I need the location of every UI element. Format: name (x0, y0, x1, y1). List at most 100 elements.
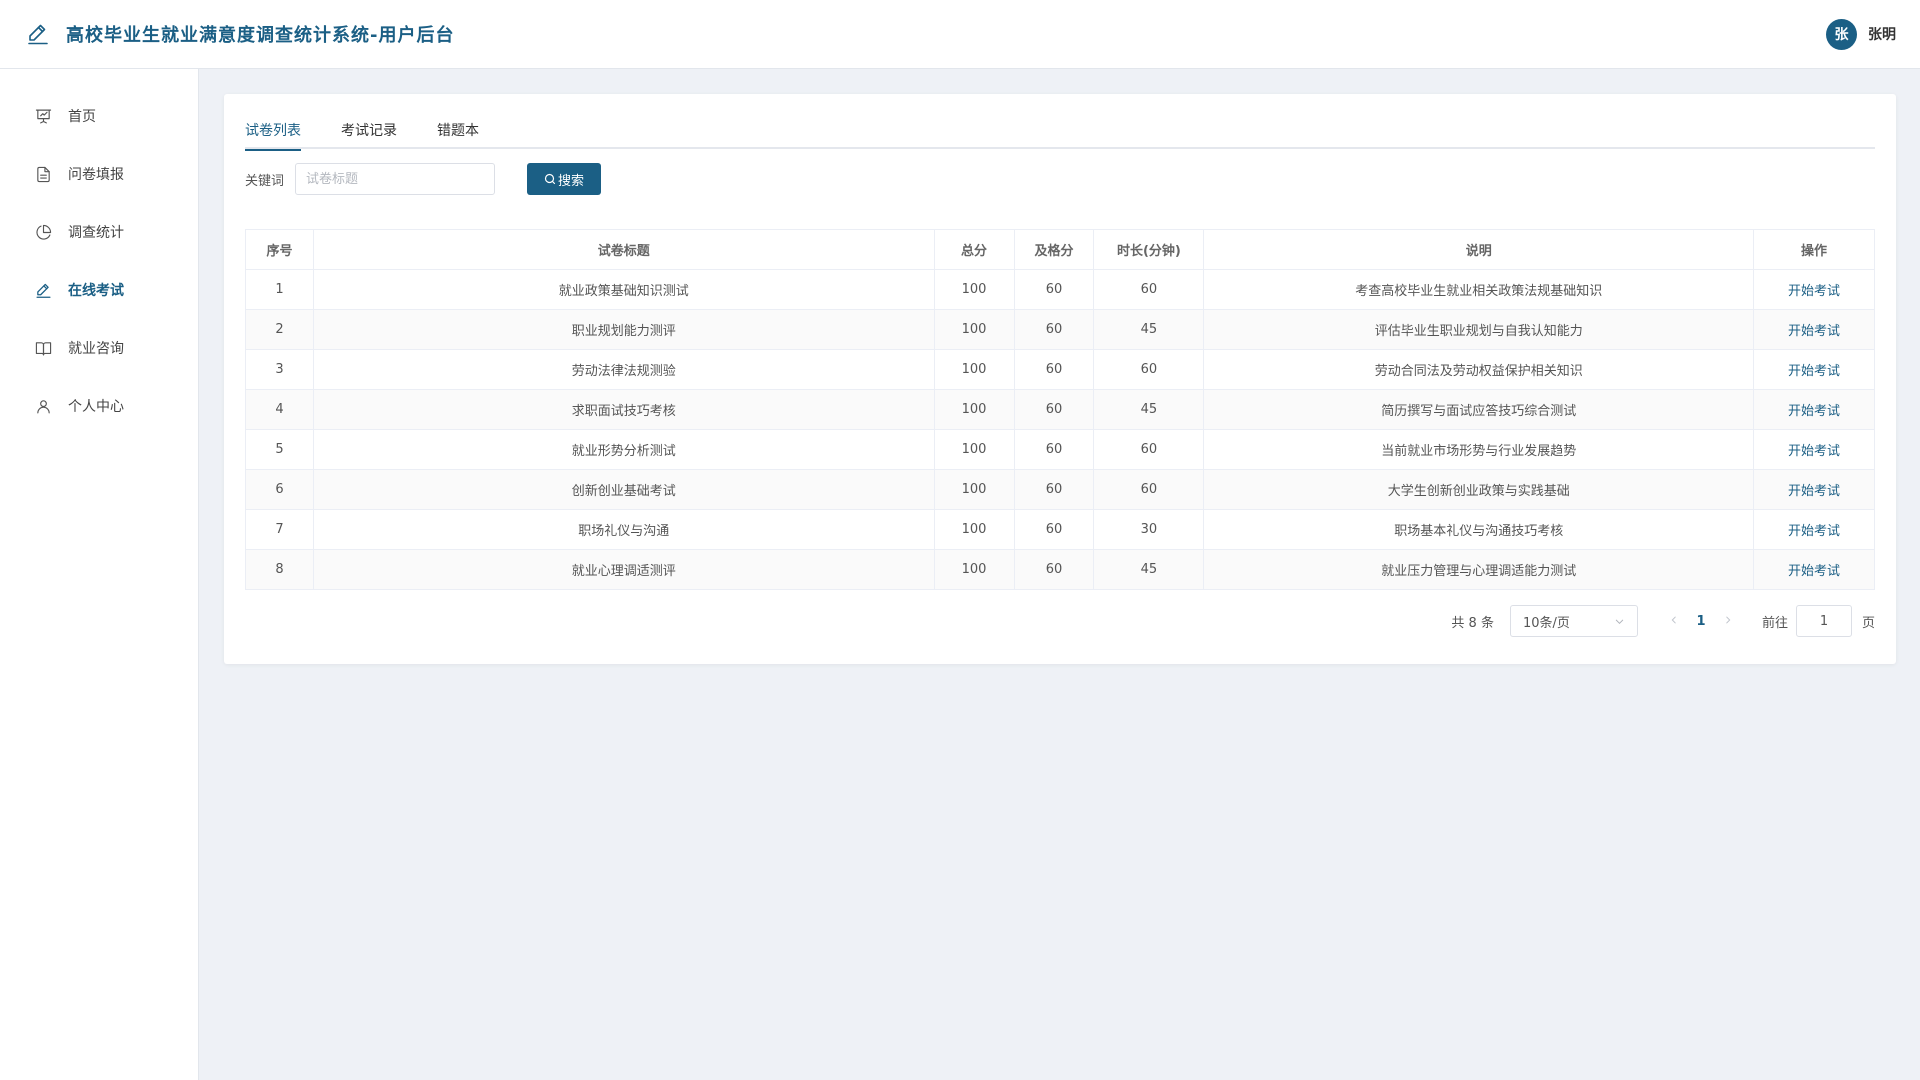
table-row: 2 职业规划能力测评 100 60 45 评估毕业生职业规划与自我认知能力 开始考试 (245, 309, 1875, 350)
table-cell: 8 (245, 549, 314, 590)
table-header-row: 序号 试卷标题 总分 及格分 时长(分钟) 说明 操作 (245, 229, 1875, 270)
sidebar-item-label: 个人中心 (68, 399, 124, 415)
start-exam-link[interactable]: 开始考试 (1788, 324, 1840, 339)
table-cell: 6 (245, 469, 314, 510)
table-cell: 60 (1093, 349, 1205, 390)
start-exam-link[interactable]: 开始考试 (1788, 404, 1840, 419)
table-cell: 45 (1093, 549, 1205, 590)
table-row: 7 职场礼仪与沟通 100 60 30 职场基本礼仪与沟通技巧考核 开始考试 (245, 509, 1875, 550)
table-cell-actions: 开始考试 (1753, 509, 1875, 550)
table-cell: 大学生创新创业政策与实践基础 (1203, 469, 1755, 510)
tab-exam-records[interactable]: 考试记录 (341, 120, 397, 149)
tab-wrong-questions[interactable]: 错题本 (437, 120, 479, 149)
table-cell: 就业压力管理与心理调适能力测试 (1203, 549, 1755, 590)
prev-page-button[interactable] (1664, 614, 1684, 629)
start-exam-link[interactable]: 开始考试 (1788, 284, 1840, 299)
table-cell: 100 (933, 509, 1015, 550)
start-exam-link[interactable]: 开始考试 (1788, 444, 1840, 459)
table-cell: 100 (933, 429, 1015, 470)
next-page-button[interactable] (1718, 614, 1738, 629)
sidebar-item-statistics[interactable]: 调查统计 (0, 203, 198, 261)
table-cell: 45 (1093, 389, 1205, 430)
table-cell: 就业形势分析测试 (312, 429, 935, 470)
table-cell: 1 (245, 269, 314, 310)
table-cell-actions: 开始考试 (1753, 349, 1875, 390)
sidebar-item-online-exam[interactable]: 在线考试 (0, 261, 198, 319)
table-cell: 45 (1093, 309, 1205, 350)
table-cell: 60 (1013, 549, 1095, 590)
column-header: 时长(分钟) (1093, 229, 1205, 270)
presentation-icon (34, 107, 52, 125)
chevron-right-icon (1726, 616, 1731, 623)
start-exam-link[interactable]: 开始考试 (1788, 484, 1840, 499)
table-body: 1 就业政策基础知识测试 100 60 60 考查高校毕业生就业相关政策法规基础知识 开始考… (245, 269, 1875, 590)
table-cell-actions: 开始考试 (1753, 389, 1875, 430)
table-cell: 就业心理调适测评 (312, 549, 935, 590)
table-cell-actions: 开始考试 (1753, 309, 1875, 350)
user-icon (34, 397, 52, 415)
table-cell: 劳动法律法规测验 (312, 349, 935, 390)
sidebar-item-profile[interactable]: 个人中心 (0, 377, 198, 435)
table-cell: 3 (245, 349, 314, 390)
sidebar-item-questionnaire[interactable]: 问卷填报 (0, 145, 198, 203)
table-cell: 60 (1013, 309, 1095, 350)
table-cell: 职场基本礼仪与沟通技巧考核 (1203, 509, 1755, 550)
column-header: 操作 (1753, 229, 1875, 270)
column-header: 说明 (1203, 229, 1755, 270)
table-cell: 创新创业基础考试 (312, 469, 935, 510)
table-cell: 60 (1013, 429, 1095, 470)
table-cell: 2 (245, 309, 314, 350)
username[interactable]: 张明 (1868, 24, 1896, 44)
table-cell: 60 (1013, 269, 1095, 310)
table-cell: 60 (1013, 469, 1095, 510)
table-cell: 60 (1013, 389, 1095, 430)
page-number[interactable]: 1 (1684, 614, 1718, 629)
table-cell: 简历撰写与面试应答技巧综合测试 (1203, 389, 1755, 430)
page-size-select[interactable]: 10条/页 (1509, 605, 1638, 637)
table-cell: 就业政策基础知识测试 (312, 269, 935, 310)
table-cell: 60 (1013, 349, 1095, 390)
table-cell: 5 (245, 429, 314, 470)
table-cell: 100 (933, 389, 1015, 430)
user-menu[interactable]: 张 张明 (1826, 18, 1896, 50)
start-exam-link[interactable]: 开始考试 (1788, 364, 1840, 379)
table-row: 6 创新创业基础考试 100 60 60 大学生创新创业政策与实践基础 开始考试 (245, 469, 1875, 510)
search-input[interactable] (295, 163, 496, 195)
brand: 高校毕业生就业满意度调查统计系统-用户后台 (26, 21, 454, 47)
avatar[interactable]: 张 (1826, 18, 1857, 50)
start-exam-link[interactable]: 开始考试 (1788, 564, 1840, 579)
table-cell: 评估毕业生职业规划与自我认知能力 (1203, 309, 1755, 350)
table-cell: 100 (933, 269, 1015, 310)
column-header: 及格分 (1013, 229, 1095, 270)
column-header: 序号 (245, 229, 314, 270)
page-unit: 页 (1861, 615, 1875, 631)
top-header: 高校毕业生就业满意度调查统计系统-用户后台 张 张明 (0, 0, 1920, 69)
app-title: 高校毕业生就业满意度调查统计系统-用户后台 (66, 25, 455, 46)
table-cell: 60 (1093, 469, 1205, 510)
document-icon (34, 165, 52, 183)
sidebar-item-consulting[interactable]: 就业咨询 (0, 319, 198, 377)
tab-bar: 试卷列表 考试记录 错题本 (245, 120, 1875, 151)
sidebar-item-label: 问卷填报 (68, 167, 124, 183)
table-cell: 当前就业市场形势与行业发展趋势 (1203, 429, 1755, 470)
table-cell: 职场礼仪与沟通 (312, 509, 935, 550)
sidebar-item-label: 调查统计 (68, 225, 124, 241)
start-exam-link[interactable]: 开始考试 (1788, 524, 1840, 539)
sidebar: 首页 问卷填报 调查统计 在线考试 就业咨询 个人中心 (0, 69, 199, 1080)
table-cell: 100 (933, 549, 1015, 590)
goto-page-input[interactable] (1795, 605, 1852, 637)
search-button[interactable]: 搜索 (527, 163, 602, 195)
table-cell-actions: 开始考试 (1753, 469, 1875, 510)
search-bar: 关键词 搜索 (245, 163, 1875, 195)
table-cell: 考查高校毕业生就业相关政策法规基础知识 (1203, 269, 1755, 310)
search-button-label: 搜索 (558, 173, 585, 189)
total-count: 共 8 条 (1451, 615, 1494, 631)
main-card: 试卷列表 考试记录 错题本 关键词 搜索 序号 试卷标题 总分 及格分 时长(分… (224, 94, 1896, 664)
column-header: 总分 (933, 229, 1015, 270)
tab-paper-list[interactable]: 试卷列表 (245, 120, 301, 151)
sidebar-item-label: 在线考试 (68, 283, 124, 299)
table-row: 3 劳动法律法规测验 100 60 60 劳动合同法及劳动权益保护相关知识 开始考试 (245, 349, 1875, 390)
sidebar-item-home[interactable]: 首页 (0, 87, 198, 145)
table-cell: 60 (1093, 269, 1205, 310)
table-row: 4 求职面试技巧考核 100 60 45 简历撰写与面试应答技巧综合测试 开始考试 (245, 389, 1875, 430)
